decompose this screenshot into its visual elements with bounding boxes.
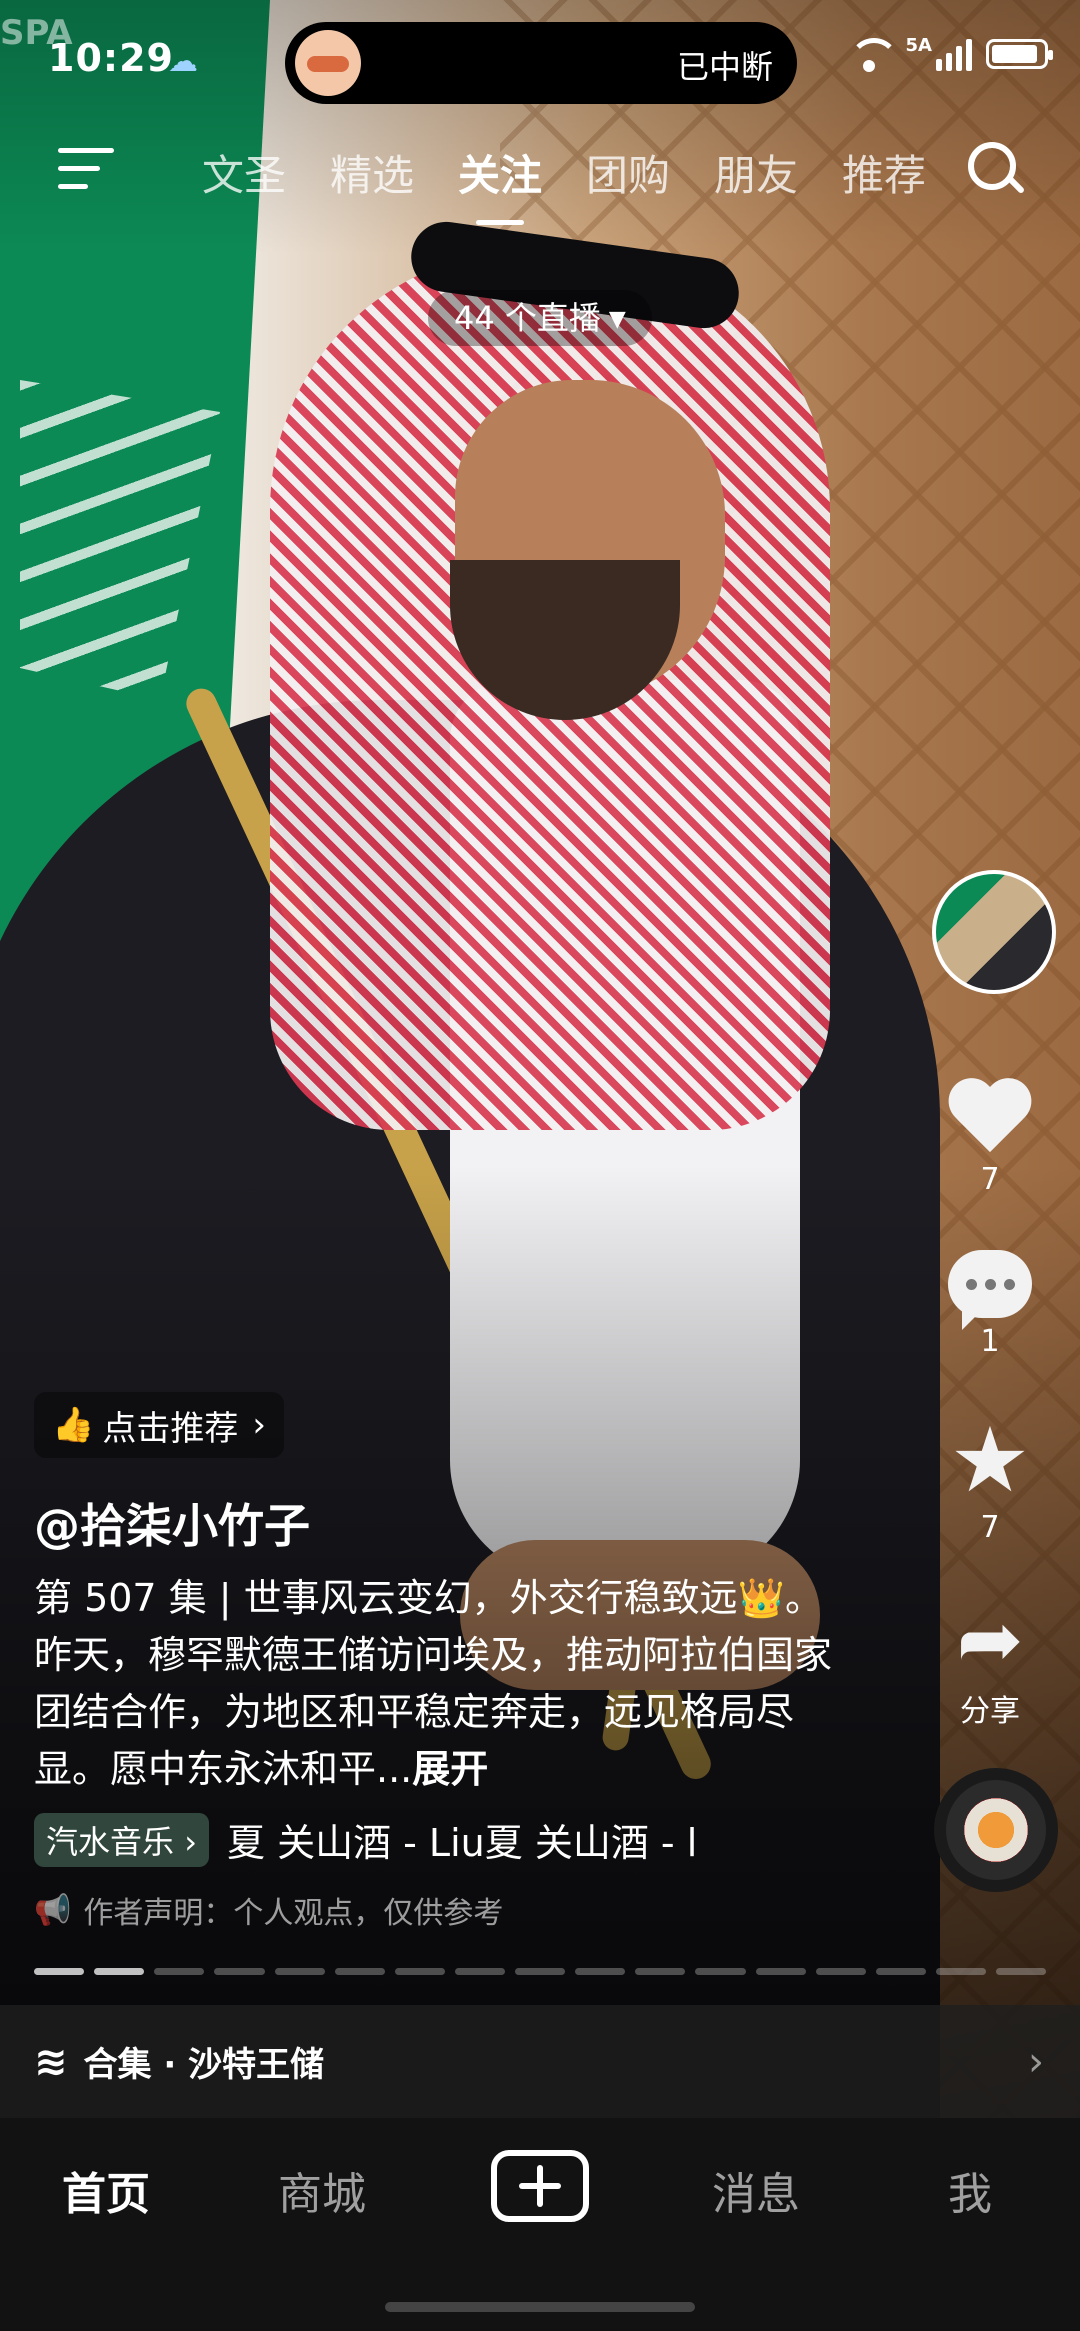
bottom-nav: 首页 商城 消息 我 [0, 2118, 1080, 2331]
feed-tabs: 文圣 精选 关注 团购 朋友 推荐 [180, 142, 948, 225]
tab-friends[interactable]: 朋友 [692, 142, 820, 203]
progress-segment [695, 1968, 746, 1975]
battery-icon [986, 39, 1053, 69]
create-button[interactable] [491, 2150, 589, 2222]
nav-messages[interactable]: 消息 [712, 2158, 800, 2222]
music-source-label: 汽水音乐 [46, 1822, 175, 1861]
thumbs-up-icon: 👍 [52, 1405, 95, 1445]
wifi-icon [846, 36, 899, 72]
share-button[interactable]: ➦ 分享 [920, 1600, 1060, 1730]
progress-segment [996, 1968, 1047, 1975]
collection-label: 合集 · 沙特王储 [83, 2045, 325, 2085]
comment-icon [948, 1250, 1032, 1330]
nav-mall[interactable]: 商城 [278, 2158, 366, 2222]
megaphone-icon: 📢 [34, 1892, 72, 1928]
author-disclaimer: 📢 作者声明：个人观点，仅供参考 [34, 1888, 503, 1932]
share-label: 分享 [960, 1694, 1020, 1729]
dynamic-island[interactable]: 已中断 [285, 22, 797, 104]
chevron-right-icon: › [252, 1405, 266, 1445]
caret-down-icon: ▼ [608, 307, 626, 332]
progress-segment [394, 1968, 445, 1975]
chevron-right-icon: › [1028, 2038, 1044, 2085]
share-icon: ➦ [956, 1593, 1024, 1686]
top-nav: 文圣 精选 关注 团购 朋友 推荐 [0, 130, 1080, 230]
collection-bar[interactable]: ≋ 合集 · 沙特王储 › [0, 2005, 1080, 2118]
comment-count: 1 [980, 1324, 1000, 1359]
expand-link[interactable]: 展开 [412, 1747, 488, 1791]
search-icon[interactable] [968, 142, 1028, 202]
music-row[interactable]: 汽水音乐 › 夏 关山酒 - Liu夏 关山酒 - l [34, 1812, 774, 1867]
music-source-chip[interactable]: 汽水音乐 › [34, 1812, 209, 1867]
progress-segment [875, 1968, 926, 1975]
recommend-label: 点击推荐 [102, 1408, 239, 1449]
network-type: 5A [905, 34, 932, 56]
progress-segment [454, 1968, 505, 1975]
favorite-button[interactable]: ★ 7 [920, 1408, 1060, 1546]
author-avatar[interactable] [932, 870, 1056, 994]
tab-wensheng[interactable]: 文圣 [180, 142, 308, 203]
favorite-count: 7 [980, 1510, 1000, 1545]
progress-segment [635, 1968, 686, 1975]
progress-segment [755, 1968, 806, 1975]
menu-icon[interactable] [58, 148, 114, 192]
progress-segment [815, 1968, 866, 1975]
comment-button[interactable]: 1 [920, 1250, 1060, 1359]
progress-segment [334, 1968, 385, 1975]
heart-icon [947, 1080, 1033, 1156]
tab-group-buy[interactable]: 团购 [564, 142, 692, 203]
tab-featured[interactable]: 精选 [308, 142, 436, 203]
music-disc[interactable] [934, 1768, 1058, 1892]
nav-me[interactable]: 我 [948, 2158, 992, 2222]
status-time: 10:29 [48, 36, 174, 80]
home-indicator[interactable] [385, 2302, 695, 2312]
progress-segment [214, 1968, 265, 1975]
layers-icon: ≋ [34, 2038, 68, 2085]
disclaimer-text: 作者声明：个人观点，仅供参考 [83, 1896, 504, 1931]
author-name[interactable]: @拾柒小竹子 [34, 1490, 310, 1556]
progress-segment [34, 1968, 85, 1975]
like-count: 7 [980, 1162, 1000, 1197]
status-bar: 10:29 ☁ 已中断 5A [0, 0, 1080, 120]
star-icon: ★ [949, 1408, 1031, 1513]
live-count-button[interactable]: 44 个直播 ▼ [428, 290, 652, 346]
music-title: 夏 关山酒 - Liu夏 关山酒 - l [226, 1821, 698, 1865]
progress-segment [94, 1968, 145, 1975]
signal-icon [936, 37, 972, 71]
like-button[interactable]: 7 [920, 1080, 1060, 1197]
caption[interactable]: 第 507 集 | 世事风云变幻，外交行稳致远👑。昨天，穆罕默德王储访问埃及，推… [34, 1570, 834, 1798]
status-icons: 5A [846, 34, 1053, 72]
progress-segment [515, 1968, 566, 1975]
island-status-text: 已中断 [676, 48, 773, 86]
nav-home[interactable]: 首页 [62, 2158, 150, 2222]
island-avatar [295, 30, 361, 96]
live-count-label: 44 个直播 [454, 299, 601, 337]
progress-segment [575, 1968, 626, 1975]
weather-icon: ☁ [168, 44, 198, 79]
screen: SPA 10:29 ☁ 已中断 5A 文圣 精选 关注 团购 朋友 推荐 44 … [0, 0, 1080, 2331]
recommend-button[interactable]: 👍 点击推荐 › [34, 1392, 284, 1458]
tab-recommend[interactable]: 推荐 [820, 142, 948, 203]
tab-following[interactable]: 关注 [436, 142, 564, 225]
progress-segment [154, 1968, 205, 1975]
episode-progress[interactable] [34, 1968, 1047, 1975]
progress-segment [935, 1968, 986, 1975]
progress-segment [274, 1968, 325, 1975]
